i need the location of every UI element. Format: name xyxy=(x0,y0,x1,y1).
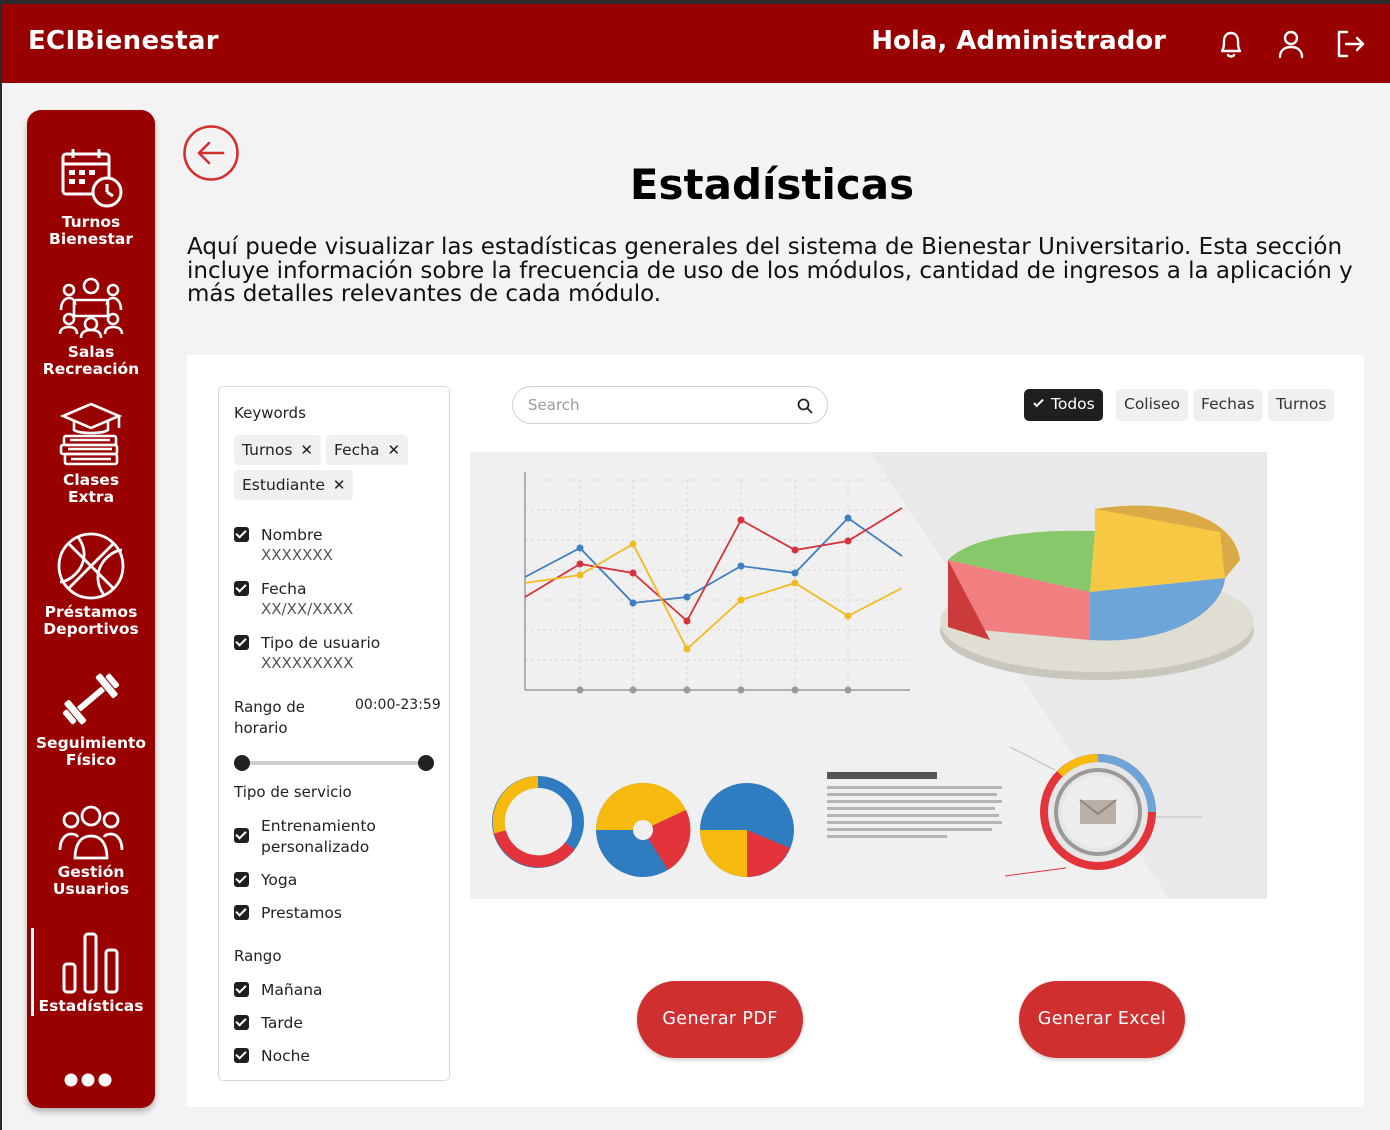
sidebar-item-prestamos-deportivos[interactable]: Préstamos Deportivos xyxy=(27,530,155,638)
service-type-label: Tipo de servicio xyxy=(234,783,352,801)
rango-label: Rango xyxy=(234,947,282,965)
close-icon[interactable]: ✕ xyxy=(387,441,400,459)
sidebar-item-seguimiento-fisico[interactable]: Seguimiento Físico xyxy=(27,665,155,769)
dumbbell-icon xyxy=(62,673,120,725)
sidebar-item-salas-recreacion[interactable]: Salas Recreación xyxy=(27,272,155,378)
meeting-room-icon xyxy=(58,277,124,339)
rango-option-label: Noche xyxy=(261,1047,310,1065)
sidebar-item-label: Clases xyxy=(62,471,120,489)
sidebar-item-estadisticas[interactable]: Estadísticas xyxy=(27,930,155,1015)
field-label: Nombre xyxy=(261,526,323,544)
calendar-clock-icon xyxy=(61,149,123,208)
generate-excel-button[interactable]: Generar Excel xyxy=(1019,981,1185,1058)
slider-handle-end[interactable] xyxy=(418,755,434,771)
app-window: ECIBienestar Hola, Administrador Turnos … xyxy=(2,4,1390,1130)
range-label: Rango de xyxy=(234,698,306,716)
checkbox[interactable] xyxy=(234,872,249,887)
users-group-icon xyxy=(58,805,124,860)
range-value: 00:00-23:59 xyxy=(355,697,441,713)
chip-label: Turnos xyxy=(242,441,293,459)
service-label: Entrenamiento xyxy=(261,817,376,835)
bell-icon[interactable] xyxy=(1213,26,1249,62)
generate-pdf-button[interactable]: Generar PDF xyxy=(637,981,803,1058)
rango-option-label: Tarde xyxy=(261,1014,303,1032)
checkbox[interactable] xyxy=(234,982,249,997)
sidebar-item-label: Extra xyxy=(67,488,115,506)
brand-logo[interactable]: ECIBienestar xyxy=(28,26,219,56)
sidebar-item-label: Estadísticas xyxy=(38,997,144,1015)
keywords-label: Keywords xyxy=(234,404,306,422)
top-bar: ECIBienestar Hola, Administrador xyxy=(2,4,1390,83)
sidebar-item-label: Turnos xyxy=(61,213,121,231)
sidebar-item-gestion-usuarios[interactable]: Gestión Usuarios xyxy=(27,800,155,898)
search-bar[interactable] xyxy=(512,386,828,424)
field-label: Tipo de usuario xyxy=(261,634,381,652)
checkbox[interactable] xyxy=(234,1048,249,1063)
keyword-chip: Estudiante ✕ xyxy=(234,470,354,500)
sidebar-item-turnos-bienestar[interactable]: Turnos Bienestar xyxy=(27,146,155,248)
close-icon[interactable]: ✕ xyxy=(300,441,313,459)
sidebar-item-label: Salas xyxy=(67,343,115,361)
stats-infographic-image xyxy=(470,452,1267,899)
checkbox[interactable] xyxy=(234,527,249,542)
sidebar-item-label: Préstamos xyxy=(44,603,138,621)
back-button[interactable] xyxy=(182,124,240,182)
greeting: Hola, Administrador xyxy=(871,26,1166,56)
check-icon xyxy=(1033,396,1044,408)
chip-label: Estudiante xyxy=(242,476,325,494)
search-input[interactable] xyxy=(528,396,778,414)
sidebar-item-label: Bienestar xyxy=(49,230,133,248)
sidebar-item-label: Deportivos xyxy=(43,620,139,638)
field-value: XX/XX/XXXX xyxy=(261,600,354,618)
filter-panel: Keywords Turnos ✕ Fecha ✕ Estudiante ✕ Nomb… xyxy=(218,386,450,1081)
more-icon[interactable] xyxy=(63,1072,113,1088)
tag-label: Turnos xyxy=(1276,395,1327,413)
bar-chart-icon xyxy=(62,932,119,994)
tag-label: Todos xyxy=(1051,395,1095,413)
sidebar-item-clases-extra[interactable]: Clases Extra xyxy=(27,400,155,506)
checkbox[interactable] xyxy=(234,635,249,650)
logout-icon[interactable] xyxy=(1332,26,1368,62)
search-icon[interactable] xyxy=(797,398,813,414)
field-value: XXXXXXX xyxy=(261,546,333,564)
tag-coliseo[interactable]: Coliseo xyxy=(1116,389,1189,421)
sidebar-item-label: Seguimiento xyxy=(35,734,147,752)
tag-label: Coliseo xyxy=(1124,395,1181,413)
sidebar-item-label: Recreación xyxy=(42,360,140,378)
sidebar-item-label: Gestión xyxy=(57,863,125,881)
close-icon[interactable]: ✕ xyxy=(333,476,346,494)
sidebar: Turnos Bienestar Salas Recreación Clases… xyxy=(27,110,155,1108)
keyword-chip: Turnos ✕ xyxy=(234,435,321,465)
checkbox[interactable] xyxy=(234,581,249,596)
range-label: horario xyxy=(234,719,288,737)
tag-todos[interactable]: Todos xyxy=(1024,389,1103,421)
service-label: Prestamos xyxy=(261,904,342,922)
books-graduation-icon xyxy=(59,402,123,466)
chip-label: Fecha xyxy=(334,441,380,459)
service-label: Yoga xyxy=(261,871,298,889)
slider-handle-start[interactable] xyxy=(234,755,250,771)
page-description: Aquí puede visualizar las estadísticas g… xyxy=(187,234,1353,307)
sidebar-item-label: Usuarios xyxy=(52,880,130,898)
stats-panel: Keywords Turnos ✕ Fecha ✕ Estudiante ✕ Nomb… xyxy=(187,355,1364,1107)
basketball-icon xyxy=(57,532,125,600)
tag-label: Fechas xyxy=(1201,395,1255,413)
sidebar-item-label: Físico xyxy=(65,751,117,769)
checkbox[interactable] xyxy=(234,1015,249,1030)
tag-fechas[interactable]: Fechas xyxy=(1193,389,1263,421)
user-icon[interactable] xyxy=(1273,26,1309,62)
field-value: XXXXXXXXX xyxy=(261,654,354,672)
keyword-chip: Fecha ✕ xyxy=(326,435,409,465)
rango-option-label: Mañana xyxy=(261,981,323,999)
checkbox[interactable] xyxy=(234,905,249,920)
field-label: Fecha xyxy=(261,580,307,598)
slider-track xyxy=(240,761,428,765)
page-title: Estadísticas xyxy=(629,160,915,209)
time-range-slider[interactable] xyxy=(234,755,434,771)
tag-turnos[interactable]: Turnos xyxy=(1268,389,1335,421)
service-label: personalizado xyxy=(261,838,370,856)
checkbox[interactable] xyxy=(234,828,249,843)
